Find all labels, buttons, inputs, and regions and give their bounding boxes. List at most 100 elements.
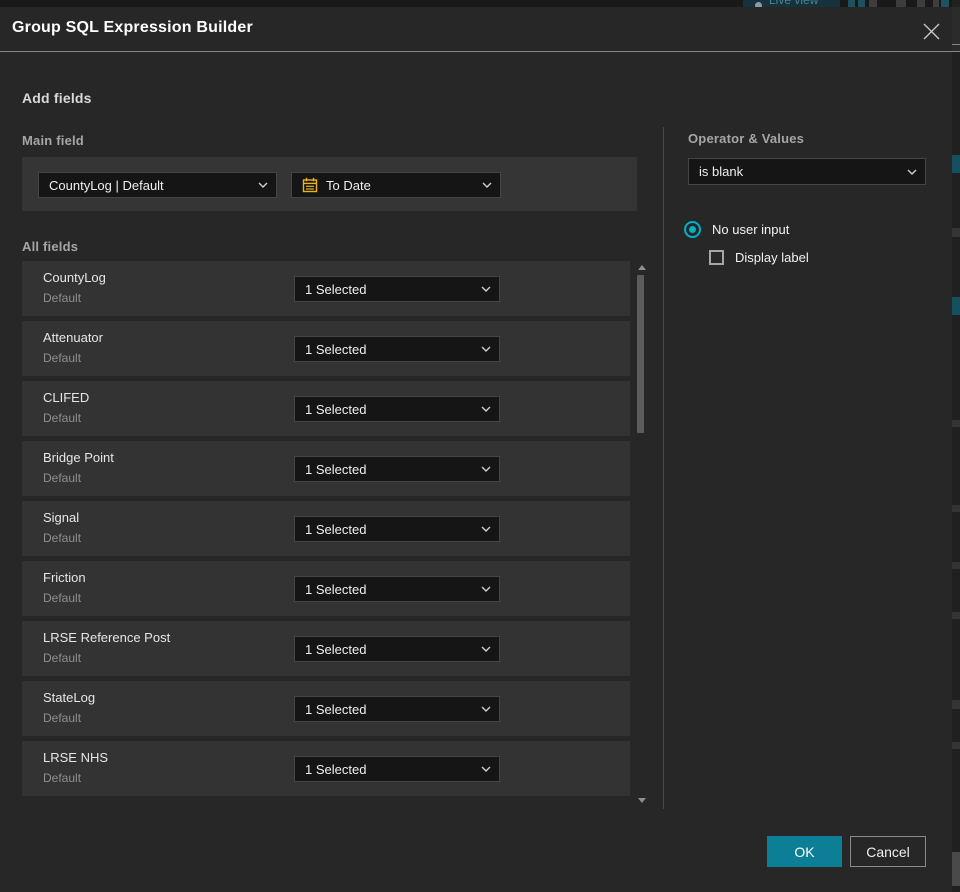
main-value-dropdown[interactable]: To Date <box>291 172 501 198</box>
live-view-button[interactable]: Live view <box>743 0 840 7</box>
field-name: CountyLog <box>43 270 106 285</box>
no-user-input-label: No user input <box>712 222 790 237</box>
toolbar-fragment <box>933 0 939 7</box>
main-value-dropdown-value: To Date <box>326 177 371 193</box>
chevron-down-icon <box>481 346 491 352</box>
field-subtitle: Default <box>43 531 82 545</box>
group-sql-expression-builder-dialog: Group SQL Expression Builder Add fields … <box>0 7 960 892</box>
main-field-panel: CountyLog | Default To Date <box>22 157 637 211</box>
chevron-down-icon <box>481 406 491 412</box>
toolbar-fragment <box>858 0 865 7</box>
field-name: StateLog <box>43 690 96 705</box>
operator-values-heading: Operator & Values <box>688 131 805 146</box>
chevron-down-icon <box>481 706 491 712</box>
field-name: Friction <box>43 570 86 585</box>
field-row: Attenuator Default 1 Selected <box>22 321 630 376</box>
chevron-down-icon <box>907 169 917 175</box>
field-selected-dropdown[interactable]: 1 Selected <box>294 756 500 782</box>
toolbar-fragment <box>896 0 906 7</box>
field-selected-dropdown-label: 1 Selected <box>305 761 367 777</box>
toolbar-fragment <box>941 0 949 7</box>
field-subtitle: Default <box>43 411 82 425</box>
ok-button[interactable]: OK <box>767 836 842 867</box>
field-row: StateLog Default 1 Selected <box>22 681 630 736</box>
field-name: LRSE Reference Post <box>43 630 171 645</box>
no-user-input-option[interactable]: No user input <box>684 221 789 238</box>
chevron-down-icon <box>482 182 492 188</box>
dialog-titlebar: Group SQL Expression Builder <box>0 7 952 52</box>
field-selected-dropdown[interactable]: 1 Selected <box>294 696 500 722</box>
field-selected-dropdown-label: 1 Selected <box>305 401 367 417</box>
field-subtitle: Default <box>43 291 82 305</box>
calendar-icon <box>302 177 318 193</box>
field-name: Attenuator <box>43 330 103 345</box>
toolbar-fragment <box>848 0 855 7</box>
panel-divider <box>663 127 664 809</box>
field-selected-dropdown[interactable]: 1 Selected <box>294 456 500 482</box>
dialog-title: Group SQL Expression Builder <box>12 19 253 36</box>
main-field-label: Main field <box>22 133 84 148</box>
field-selected-dropdown[interactable]: 1 Selected <box>294 336 500 362</box>
scrollbar-thumb[interactable] <box>637 275 644 433</box>
field-selected-dropdown[interactable]: 1 Selected <box>294 576 500 602</box>
field-row: Signal Default 1 Selected <box>22 501 630 556</box>
field-name: Signal <box>43 510 80 525</box>
field-selected-dropdown[interactable]: 1 Selected <box>294 276 500 302</box>
chevron-down-icon <box>481 586 491 592</box>
toolbar-fragment <box>869 0 877 7</box>
chevron-down-icon <box>481 286 491 292</box>
field-subtitle: Default <box>43 771 82 785</box>
checkbox-unchecked-icon[interactable] <box>709 250 724 265</box>
field-selected-dropdown[interactable]: 1 Selected <box>294 516 500 542</box>
titlebar-separator <box>0 51 960 52</box>
field-row: LRSE Reference Post Default 1 Selected <box>22 621 630 676</box>
field-selected-dropdown[interactable]: 1 Selected <box>294 636 500 662</box>
close-button[interactable] <box>918 21 944 41</box>
field-name: LRSE NHS <box>43 750 109 765</box>
field-subtitle: Default <box>43 711 82 725</box>
all-fields-label: All fields <box>22 239 79 254</box>
field-selected-dropdown-label: 1 Selected <box>305 461 367 477</box>
radio-selected-icon[interactable] <box>684 221 701 238</box>
main-field-dropdown-value: CountyLog | Default <box>49 177 164 193</box>
cancel-button[interactable]: Cancel <box>850 836 926 867</box>
toolbar-fragment <box>917 0 925 7</box>
all-fields-list: CountyLog Default 1 Selected Attenuator … <box>22 261 630 801</box>
field-name: Bridge Point <box>43 450 114 465</box>
chevron-down-icon <box>481 646 491 652</box>
live-view-label: Live view <box>769 0 819 7</box>
fields-list-scrollbar[interactable] <box>636 261 646 806</box>
field-name: CLIFED <box>43 390 90 405</box>
field-subtitle: Default <box>43 471 82 485</box>
chevron-down-icon <box>481 766 491 772</box>
scroll-up-icon[interactable] <box>638 265 646 270</box>
main-field-dropdown[interactable]: CountyLog | Default <box>38 172 277 198</box>
display-label-label: Display label <box>735 250 809 265</box>
field-row: CLIFED Default 1 Selected <box>22 381 630 436</box>
chevron-down-icon <box>481 466 491 472</box>
operator-dropdown[interactable]: is blank <box>688 158 926 185</box>
field-selected-dropdown-label: 1 Selected <box>305 281 367 297</box>
operator-dropdown-value: is blank <box>699 164 744 179</box>
field-row: LRSE NHS Default 1 Selected <box>22 741 630 796</box>
scroll-down-icon[interactable] <box>638 798 646 803</box>
background-app-right-sliver <box>952 0 960 892</box>
field-selected-dropdown-label: 1 Selected <box>305 341 367 357</box>
display-label-option[interactable]: Display label <box>709 250 809 265</box>
field-subtitle: Default <box>43 651 82 665</box>
close-icon <box>923 23 939 39</box>
chevron-down-icon <box>481 526 491 532</box>
field-selected-dropdown[interactable]: 1 Selected <box>294 396 500 422</box>
field-subtitle: Default <box>43 351 82 365</box>
field-selected-dropdown-label: 1 Selected <box>305 581 367 597</box>
field-row: Friction Default 1 Selected <box>22 561 630 616</box>
field-row: CountyLog Default 1 Selected <box>22 261 630 316</box>
field-selected-dropdown-label: 1 Selected <box>305 701 367 717</box>
field-selected-dropdown-label: 1 Selected <box>305 641 367 657</box>
field-selected-dropdown-label: 1 Selected <box>305 521 367 537</box>
field-row: Bridge Point Default 1 Selected <box>22 441 630 496</box>
field-subtitle: Default <box>43 591 82 605</box>
add-fields-heading: Add fields <box>22 90 92 106</box>
background-app-top-strip: Live view <box>0 0 960 7</box>
chevron-down-icon <box>258 182 268 188</box>
